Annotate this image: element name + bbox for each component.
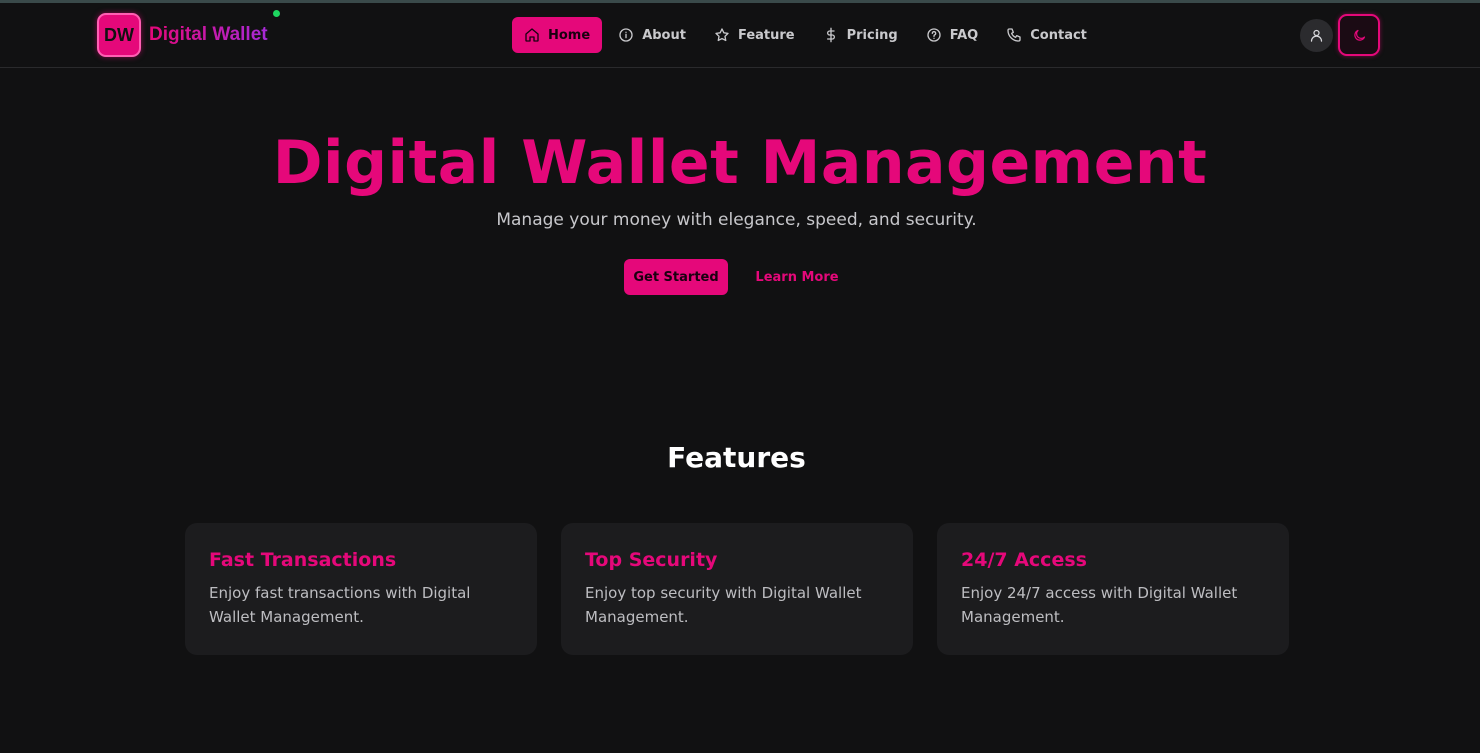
- moon-icon: [1353, 29, 1365, 41]
- learn-more-button[interactable]: Learn More: [748, 259, 846, 295]
- feature-card-description: Enjoy 24/7 access with Digital Wallet Ma…: [961, 584, 1238, 626]
- home-icon: [525, 28, 539, 42]
- nav-item-label: Pricing: [846, 27, 898, 43]
- dollar-icon: [826, 27, 835, 43]
- get-started-button[interactable]: Get Started: [624, 259, 728, 295]
- nav-item-label: FAQ: [949, 27, 979, 43]
- help-circle-icon: [927, 28, 941, 42]
- info-icon: [619, 28, 633, 42]
- feature-card-title: Fast Transactions: [209, 549, 397, 571]
- nav-item-about[interactable]: About: [606, 17, 698, 53]
- brand[interactable]: DW Digital Wallet: [97, 13, 268, 57]
- navbar: DW Digital Wallet Home About Feature Pri…: [0, 3, 1480, 68]
- feature-card-title: Top Security: [585, 549, 718, 571]
- nav-item-contact[interactable]: Contact: [994, 17, 1099, 53]
- main-nav: Home About Feature Pricing FAQ Contact: [512, 17, 1103, 53]
- nav-item-label: Home: [548, 27, 591, 43]
- star-icon: [715, 28, 729, 42]
- nav-item-label: About: [642, 27, 686, 43]
- nav-item-label: Contact: [1030, 27, 1087, 43]
- phone-icon: [1007, 28, 1021, 42]
- feature-card-description: Enjoy fast transactions with Digital Wal…: [209, 584, 471, 626]
- online-status-dot: [273, 10, 280, 17]
- features-heading: Features: [667, 441, 806, 474]
- nav-item-pricing[interactable]: Pricing: [811, 17, 910, 53]
- nav-item-home[interactable]: Home: [512, 17, 603, 53]
- nav-item-faq[interactable]: FAQ: [914, 17, 991, 53]
- hero-subtitle: Manage your money with elegance, speed, …: [496, 210, 977, 230]
- nav-item-feature[interactable]: Feature: [702, 17, 807, 53]
- nav-item-label: Feature: [737, 27, 795, 43]
- feature-card-24-7-access: 24/7 Access Enjoy 24/7 access with Digit…: [937, 523, 1289, 655]
- brand-logo[interactable]: DW: [97, 13, 141, 57]
- user-icon: [1310, 29, 1323, 42]
- theme-toggle-button[interactable]: [1338, 14, 1380, 56]
- brand-name[interactable]: Digital Wallet: [149, 24, 268, 46]
- hero-title: Digital Wallet Management: [272, 128, 1208, 198]
- user-account-button[interactable]: [1300, 19, 1333, 52]
- feature-card-fast-transactions: Fast Transactions Enjoy fast transaction…: [185, 523, 537, 655]
- feature-card-top-security: Top Security Enjoy top security with Dig…: [561, 523, 913, 655]
- feature-card-title: 24/7 Access: [961, 549, 1087, 571]
- feature-card-description: Enjoy top security with Digital Wallet M…: [585, 584, 862, 626]
